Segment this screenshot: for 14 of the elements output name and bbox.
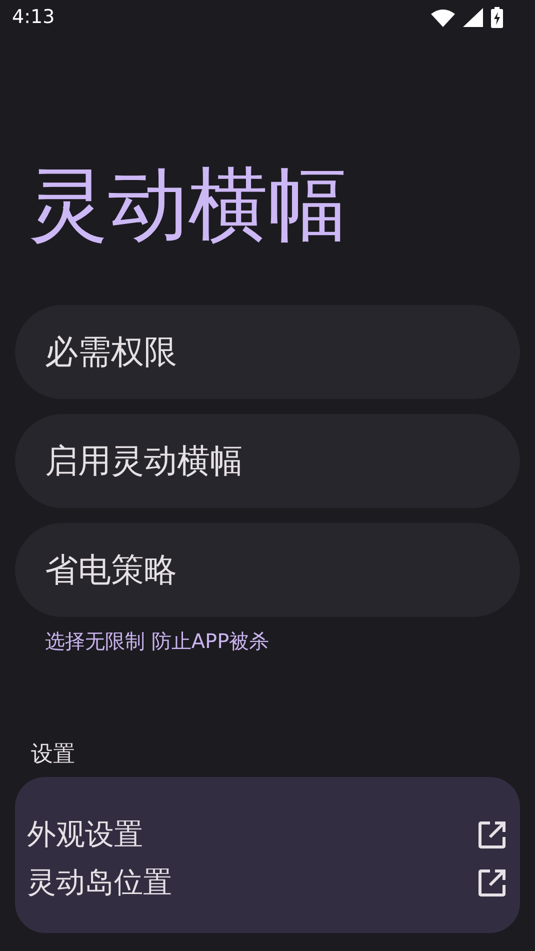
settings-item[interactable]: 灵动岛位置 (27, 861, 172, 905)
hint-text: 选择无限制 防止APP被杀 (45, 628, 270, 655)
signal-icon (463, 8, 483, 27)
external-link-icon (478, 869, 506, 897)
battery-icon (491, 7, 503, 28)
wifi-icon (431, 8, 455, 26)
section-heading: 设置 (31, 741, 76, 769)
settings-card-button[interactable]: 必需权限 (15, 305, 520, 399)
settings-item[interactable]: 外观设置 (27, 813, 143, 857)
status-time: 4:13 (12, 5, 55, 30)
external-link-icon (478, 821, 506, 849)
app-title: 灵动横幅 (28, 165, 349, 245)
settings-card-button[interactable]: 启用灵动横幅 (15, 414, 520, 508)
settings-card-button[interactable]: 省电策略 (15, 523, 520, 617)
